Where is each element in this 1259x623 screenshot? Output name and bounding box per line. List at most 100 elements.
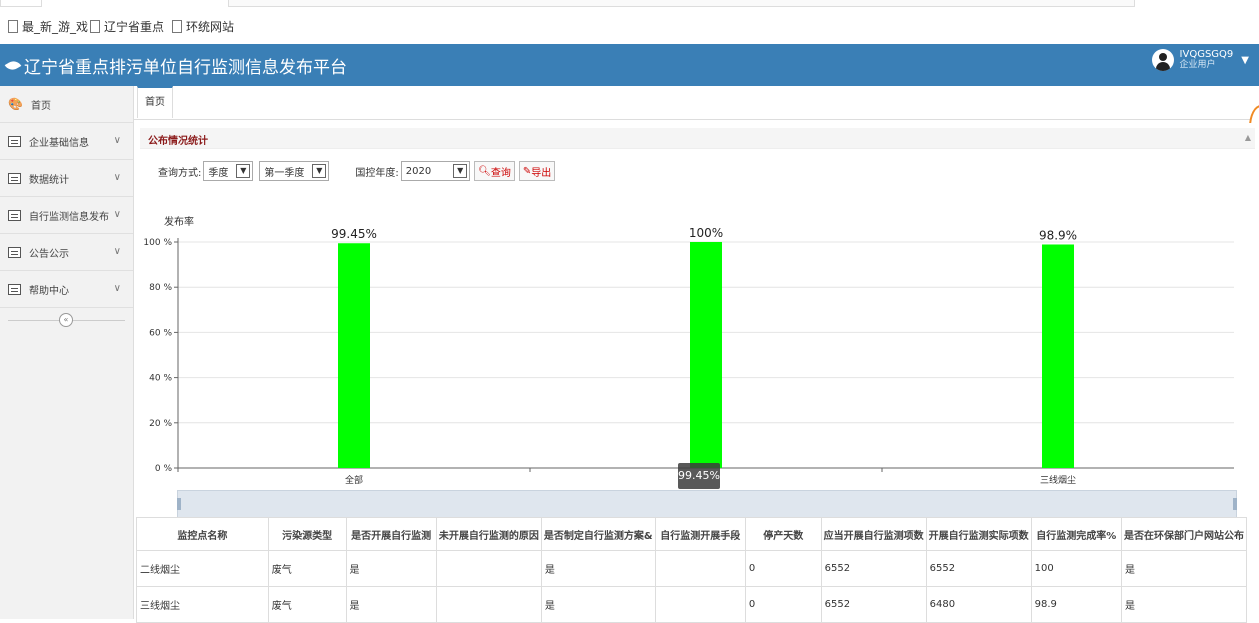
table-cell	[654, 550, 746, 587]
chevron-down-icon: ∨	[113, 246, 121, 257]
bookmark-label: 最_新_游_戏	[22, 19, 89, 34]
avatar	[1151, 49, 1174, 71]
table-row[interactable]: 二线烟尘 废气 是 是 0 6552 6552 100 是	[136, 550, 1248, 587]
column-header: 自行监测完成率%	[1030, 517, 1122, 551]
mode-select[interactable]: 季度 ▼	[203, 161, 254, 181]
user-name: IVQGSGQ9	[1179, 49, 1234, 60]
sidebar-item-label: 公告公示	[29, 248, 69, 260]
table-cell: 是	[540, 586, 656, 623]
bookmark-item[interactable]: 辽宁省重点	[90, 17, 164, 35]
x-tick-label: 全部	[345, 474, 363, 486]
sidebar-item-statistics[interactable]: 数据统计 ∨	[0, 160, 133, 197]
year-select[interactable]: 2020 ▼	[400, 161, 471, 181]
search-icon: 🔍︎	[478, 165, 491, 177]
table-cell: 0	[744, 586, 822, 623]
query-label: 查询	[490, 167, 511, 179]
address-bar-edge[interactable]	[228, 0, 1135, 7]
panel-header: 公布情况统计 ▲	[140, 128, 1255, 149]
y-axis-title: 发布率	[164, 215, 194, 228]
chevron-down-icon: ∨	[113, 209, 121, 220]
bar	[690, 242, 722, 468]
table-cell: 100	[1030, 550, 1122, 587]
chevron-down-icon: ∨	[113, 283, 121, 294]
zoom-handle-right[interactable]	[1233, 498, 1237, 510]
back-button-edge[interactable]	[0, 0, 42, 7]
sidebar-item-label: 企业基础信息	[29, 137, 89, 149]
column-header: 停产天数	[744, 517, 822, 551]
export-label: 导出	[531, 167, 552, 179]
table-cell: 是	[1120, 586, 1248, 623]
table-cell: 是	[1120, 550, 1248, 587]
list-icon	[8, 246, 21, 258]
column-header: 自行监测开展手段	[654, 517, 746, 551]
column-header: 污染源类型	[267, 517, 347, 551]
page-icon	[8, 19, 18, 33]
quarter-select[interactable]: 第一季度 ▼	[259, 161, 330, 181]
table-cell: 废气	[267, 550, 347, 587]
table-cell: 6552	[820, 550, 927, 587]
bookmark-label: 辽宁省重点	[104, 19, 165, 34]
sidebar-item-self-monitoring[interactable]: 自行监测信息发布 ∨	[0, 197, 133, 234]
page-icon	[90, 19, 100, 33]
data-label: 100%	[689, 226, 723, 240]
column-header: 是否在环保部门户网站公布	[1120, 517, 1248, 551]
monitoring-table: 监控点名称 污染源类型 是否开展自行监测 未开展自行监测的原因 是否制定自行监测…	[136, 517, 1248, 623]
table-cell	[435, 586, 542, 623]
column-header: 是否制定自行监测方案&	[540, 517, 656, 551]
table-row[interactable]: 三线烟尘 废气 是 是 0 6552 6480 98.9 是	[136, 586, 1248, 623]
dropdown-arrow-icon: ▼	[312, 164, 327, 178]
query-button[interactable]: 🔍︎ 查询	[474, 161, 515, 181]
chevron-down-icon: ∨	[113, 172, 121, 183]
chevron-down-icon: ∨	[113, 135, 121, 146]
bookmark-item[interactable]: 环统网站	[172, 17, 234, 35]
sidebar-item-help[interactable]: 帮助中心 ∨	[0, 271, 133, 308]
y-tick-label: 20 %	[149, 419, 172, 429]
collapse-up-icon[interactable]: ▲	[1245, 133, 1251, 142]
table-cell: 是	[345, 550, 437, 587]
list-icon	[8, 283, 21, 295]
table-cell: 是	[345, 586, 437, 623]
sidebar: 🎨 首页 企业基础信息 ∨ 数据统计 ∨ 自行监测信息发布 ∨ 公告公示 ∨ 帮…	[0, 86, 134, 619]
table-cell: 6552	[820, 586, 927, 623]
chart-svg: 发布率 0 % 20 % 40 % 60 % 80 % 100 % 99.45% 全部 100% 9…	[143, 215, 1234, 486]
bar	[338, 243, 370, 468]
collapse-icon[interactable]: «	[59, 313, 73, 327]
bookmark-item[interactable]: 最_新_游_戏	[8, 17, 88, 35]
brand: 辽宁省重点排污单位自行监测信息发布平台	[4, 53, 347, 78]
page-icon	[172, 19, 182, 33]
mode-value: 季度	[208, 167, 229, 179]
year-value: 2020	[405, 165, 432, 177]
sidebar-item-label: 首页	[30, 100, 51, 112]
column-header: 开展自行监测实际项数	[925, 517, 1032, 551]
mode-label: 查询方式:	[158, 167, 202, 179]
table-cell: 6480	[925, 586, 1032, 623]
dropdown-arrow-icon: ▼	[453, 164, 468, 178]
sidebar-item-label: 帮助中心	[29, 285, 69, 297]
user-role: 企业用户	[1179, 60, 1216, 70]
zoom-handle-left[interactable]	[177, 498, 181, 510]
table-cell: 0	[744, 550, 822, 587]
pencil-icon: ✎	[522, 165, 532, 177]
table-header-row: 监控点名称 污染源类型 是否开展自行监测 未开展自行监测的原因 是否制定自行监测…	[136, 517, 1248, 551]
sidebar-item-label: 自行监测信息发布	[29, 211, 109, 223]
sidebar-item-announcements[interactable]: 公告公示 ∨	[0, 234, 133, 271]
tab-home[interactable]: 首页	[137, 86, 173, 118]
column-header: 未开展自行监测的原因	[435, 517, 542, 551]
user-menu[interactable]: IVQGSGQ9 企业用户 ▼	[1151, 49, 1249, 71]
quarter-value: 第一季度	[264, 167, 305, 179]
bar	[1042, 244, 1074, 468]
y-tick-label: 80 %	[149, 283, 172, 293]
dropdown-arrow-icon: ▼	[236, 164, 251, 178]
data-label: 98.9%	[1039, 228, 1077, 242]
data-zoom-slider[interactable]	[177, 490, 1237, 518]
export-button[interactable]: ✎ 导出	[518, 161, 556, 181]
list-icon	[8, 135, 21, 147]
bookmark-label: 环统网站	[186, 19, 235, 34]
sidebar-item-home[interactable]: 🎨 首页	[0, 86, 133, 123]
x-tick-label: 三线烟尘	[1040, 474, 1076, 486]
app-header: 辽宁省重点排污单位自行监测信息发布平台 IVQGSGQ9 企业用户 ▼	[0, 44, 1259, 86]
table-cell: 废气	[267, 586, 347, 623]
table-cell	[654, 586, 746, 623]
tab-bar: 首页	[134, 86, 1259, 120]
sidebar-item-company-info[interactable]: 企业基础信息 ∨	[0, 123, 133, 160]
